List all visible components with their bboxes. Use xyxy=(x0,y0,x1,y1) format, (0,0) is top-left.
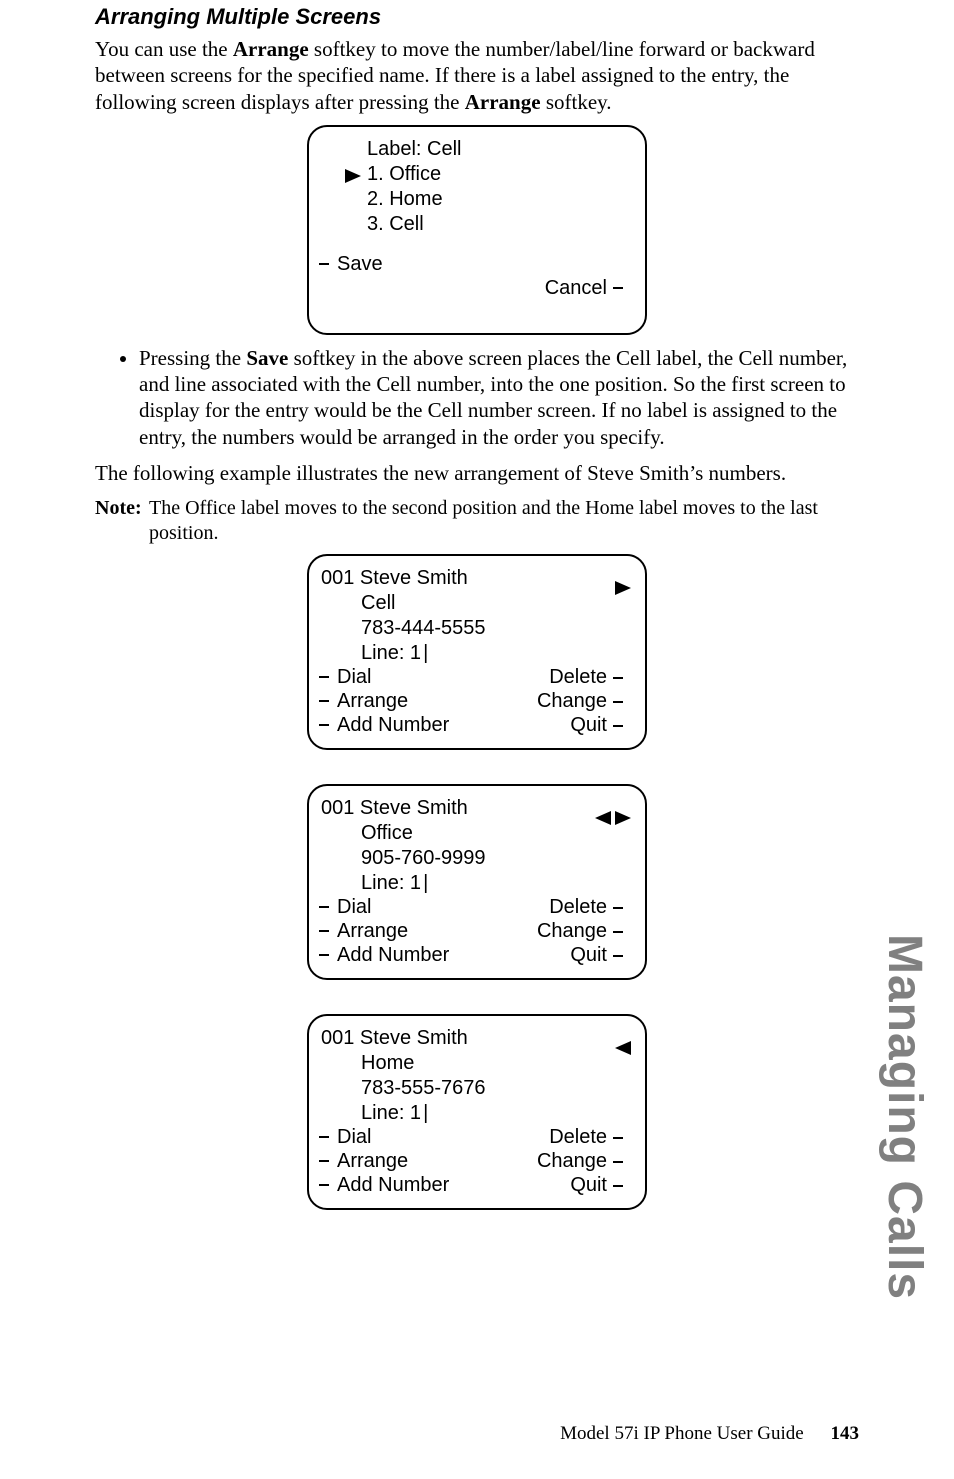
entry-id: 001 Steve Smith xyxy=(321,1026,633,1051)
change-softkey[interactable]: Change xyxy=(537,1150,621,1173)
entry-line: Line: 1| xyxy=(321,1101,633,1126)
arrange-softkey[interactable]: Arrange xyxy=(321,920,408,942)
add-number-label: Add Number xyxy=(337,714,449,736)
intro-paragraph: You can use the Arrange softkey to move … xyxy=(95,36,859,115)
dial-label: Dial xyxy=(337,896,371,918)
arrange-softkey[interactable]: Arrange xyxy=(321,690,408,712)
caret-icon: | xyxy=(423,642,428,664)
bold-arrange-2: Arrange xyxy=(465,90,541,114)
entry-line: Line: 1| xyxy=(321,871,633,896)
dial-softkey[interactable]: Dial xyxy=(321,896,371,918)
page-number: 143 xyxy=(831,1423,860,1444)
arrange-label: Arrange xyxy=(337,1150,408,1172)
section-heading: Arranging Multiple Screens xyxy=(95,4,859,30)
delete-label: Delete xyxy=(549,1126,607,1148)
entry-line-text: Line: 1 xyxy=(361,1102,421,1124)
entry-label: Office xyxy=(321,821,633,846)
page-footer: Model 57i IP Phone User Guide 143 xyxy=(560,1423,859,1445)
text: softkey. xyxy=(541,90,612,114)
label-line: Label: Cell xyxy=(321,137,633,162)
bullet-item: Pressing the Save softkey in the above s… xyxy=(139,345,859,450)
add-number-softkey[interactable]: Add Number xyxy=(321,714,449,736)
follow-paragraph: The following example illustrates the ne… xyxy=(95,460,859,486)
dial-label: Dial xyxy=(337,666,371,688)
delete-softkey[interactable]: Delete xyxy=(549,666,621,689)
quit-label: Quit xyxy=(570,714,607,736)
entry-id: 001 Steve Smith xyxy=(321,566,633,591)
right-arrow-icon xyxy=(345,165,361,188)
save-softkey[interactable]: Save xyxy=(321,253,383,275)
entry-line-text: Line: 1 xyxy=(361,642,421,664)
entry-screens: 001 Steve Smith Cell 783-444-5555 Line: … xyxy=(95,554,859,1210)
entry-screen-home: 001 Steve Smith Home 783-555-7676 Line: … xyxy=(307,1014,647,1210)
quit-label: Quit xyxy=(570,944,607,966)
entry-line-text: Line: 1 xyxy=(361,872,421,894)
note-label: Note: xyxy=(95,496,149,546)
text: Pressing the xyxy=(139,346,246,370)
add-number-label: Add Number xyxy=(337,1174,449,1196)
delete-softkey[interactable]: Delete xyxy=(549,896,621,919)
dial-softkey[interactable]: Dial xyxy=(321,666,371,688)
entry-id: 001 Steve Smith xyxy=(321,796,633,821)
dial-label: Dial xyxy=(337,1126,371,1148)
add-number-softkey[interactable]: Add Number xyxy=(321,1174,449,1196)
bold-arrange-1: Arrange xyxy=(233,37,309,61)
delete-softkey[interactable]: Delete xyxy=(549,1126,621,1149)
cancel-label: Cancel xyxy=(545,277,607,299)
entry-number: 905-760-9999 xyxy=(321,846,633,871)
arrange-label: Arrange xyxy=(337,920,408,942)
bold-save: Save xyxy=(246,346,288,370)
option-3: 3. Cell xyxy=(321,212,633,237)
option-1: 1. Office xyxy=(321,162,633,187)
entry-screen-office: 001 Steve Smith Office 905-760-9999 Line… xyxy=(307,784,647,980)
cancel-softkey[interactable]: Cancel xyxy=(545,277,621,300)
note-text: The Office label moves to the second pos… xyxy=(149,496,859,546)
right-arrow-icon xyxy=(615,576,631,599)
bullet-list: Pressing the Save softkey in the above s… xyxy=(139,345,859,450)
entry-label: Cell xyxy=(321,591,633,616)
left-arrow-icon xyxy=(615,1036,631,1059)
quit-softkey[interactable]: Quit xyxy=(570,944,621,967)
footer-text: Model 57i IP Phone User Guide xyxy=(560,1423,804,1444)
caret-icon: | xyxy=(423,872,428,894)
change-softkey[interactable]: Change xyxy=(537,920,621,943)
delete-label: Delete xyxy=(549,896,607,918)
entry-line: Line: 1| xyxy=(321,641,633,666)
label-screen: Label: Cell 1. Office 2. Home 3. Cell Sa… xyxy=(307,125,647,335)
text: You can use the xyxy=(95,37,233,61)
quit-softkey[interactable]: Quit xyxy=(570,1174,621,1197)
entry-number: 783-555-7676 xyxy=(321,1076,633,1101)
change-label: Change xyxy=(537,920,607,942)
dial-softkey[interactable]: Dial xyxy=(321,1126,371,1148)
change-label: Change xyxy=(537,690,607,712)
save-label: Save xyxy=(337,253,383,275)
add-number-label: Add Number xyxy=(337,944,449,966)
option-2: 2. Home xyxy=(321,187,633,212)
entry-label: Home xyxy=(321,1051,633,1076)
side-tab-label: Managing Calls xyxy=(876,934,932,1364)
entry-screen-cell: 001 Steve Smith Cell 783-444-5555 Line: … xyxy=(307,554,647,750)
entry-number: 783-444-5555 xyxy=(321,616,633,641)
quit-label: Quit xyxy=(570,1174,607,1196)
arrange-softkey[interactable]: Arrange xyxy=(321,1150,408,1172)
left-right-arrow-icon xyxy=(595,806,631,829)
option-1-text: 1. Office xyxy=(367,163,441,185)
caret-icon: | xyxy=(423,1102,428,1124)
delete-label: Delete xyxy=(549,666,607,688)
add-number-softkey[interactable]: Add Number xyxy=(321,944,449,966)
arrange-label: Arrange xyxy=(337,690,408,712)
change-label: Change xyxy=(537,1150,607,1172)
quit-softkey[interactable]: Quit xyxy=(570,714,621,737)
change-softkey[interactable]: Change xyxy=(537,690,621,713)
note: Note: The Office label moves to the seco… xyxy=(95,496,859,546)
